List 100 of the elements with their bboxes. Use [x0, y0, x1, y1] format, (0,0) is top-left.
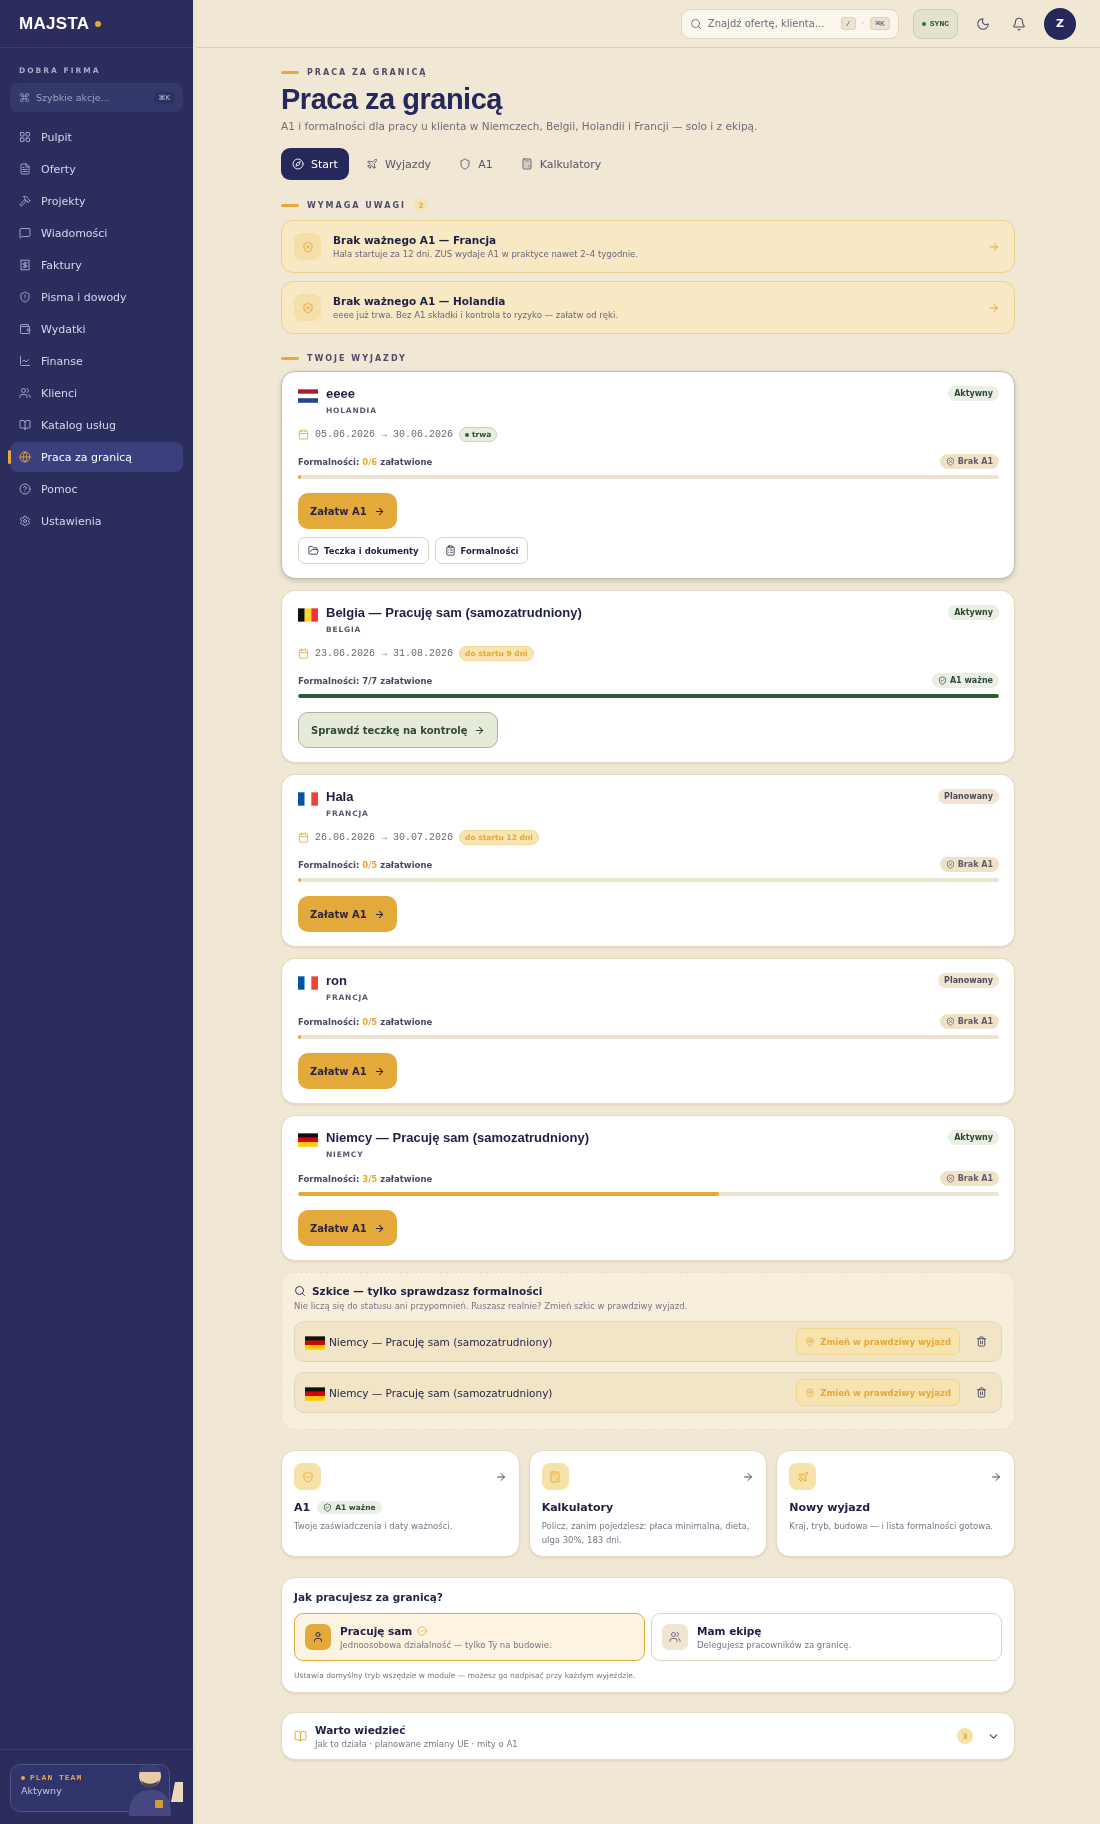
arrow-icon [742, 1470, 755, 1483]
separator-dot: · [861, 19, 865, 28]
sidebar-item[interactable]: Praca za granicą [10, 442, 183, 472]
arrow-icon [373, 1065, 385, 1077]
sidebar-item[interactable]: Projekty [10, 186, 183, 216]
status-badge: Aktywny [948, 1130, 999, 1145]
grid-icon [19, 131, 31, 143]
help-icon [19, 483, 31, 495]
search-icon [689, 17, 702, 30]
alert-text: eeee już trwa. Bez A1 składki i kontrola to ryzyko — załatw od ręki. [333, 310, 620, 320]
arrow-icon [494, 1470, 507, 1483]
page-subtitle: A1 i formalności dla pracy u klienta w Niemczech, Belgii, Holandii i Francji — solo i z ekipą. [281, 120, 759, 132]
sidebar-item[interactable]: Pomoc [10, 474, 183, 504]
sidebar-item[interactable]: Wydatki [10, 314, 183, 344]
arrow-icon [373, 505, 385, 517]
tab[interactable]: A1 [448, 148, 504, 180]
a1-badge: A1 ważne [931, 673, 999, 688]
tab[interactable]: Start [281, 148, 349, 180]
mode-option[interactable]: Pracuję sam Jednoosobowa działalność — tylko Ty na budowie. [294, 1613, 645, 1661]
flag-icon [298, 389, 318, 403]
sidebar-item[interactable]: Faktury [10, 250, 183, 280]
tile-text: Twoje zaświadczenia i daty ważności. [294, 1520, 454, 1533]
progress-label: Formalności: 0/5 załatwione [298, 859, 433, 870]
shortcut-key: ⌘K [870, 17, 890, 30]
trip-dates: 05.06.2026 → 30.06.2026 [315, 429, 454, 440]
chat-icon [19, 227, 31, 239]
draft-title: Niemcy — Pracuję sam (samozatrudniony) [329, 1335, 554, 1348]
search-field[interactable]: Znajdź ofertę, klienta... / · ⌘K [680, 8, 899, 39]
sidebar-item[interactable]: Pulpit [10, 122, 183, 152]
users-icon [19, 387, 31, 399]
book-icon [294, 1729, 307, 1743]
status-badge: Planowany [938, 973, 999, 988]
action-button[interactable]: Załatw A1 [298, 493, 397, 529]
avatar[interactable]: Z [1044, 7, 1076, 40]
chart-icon [19, 355, 31, 367]
tile-text: Kraj, tryb, budowa — i lista formalności gotowa. [789, 1520, 995, 1533]
trip-dates: 26.06.2026 → 30.07.2026 [315, 832, 454, 843]
page-title: Praca za granicą [281, 83, 504, 116]
globe-icon [19, 451, 31, 463]
progress-label: Formalności: 7/7 załatwione [298, 675, 433, 686]
trip-dates: 23.06.2026 → 31.08.2026 [315, 648, 454, 659]
eyebrow-text: PRACA ZA GRANICĄ [307, 68, 428, 77]
arrow-icon [990, 1470, 1002, 1483]
brand-logo[interactable]: MAJSTA [19, 13, 90, 34]
alert-text: Hala startuje za 12 dni. ZUS wydaje A1 w praktyce nawet 2–4 tygodnie. [333, 249, 639, 259]
alert-card[interactable]: Brak ważnego A1 — Francja Hala startuje za 12 dni. ZUS wydaje A1 w praktyce nawet 2–4 tygodnie. [281, 220, 1015, 273]
tab[interactable]: Wyjazdy [354, 148, 443, 180]
flag-icon [298, 1133, 318, 1147]
a1-badge: Brak A1 [939, 857, 999, 872]
section-label: TWOJE WYJAZDY [307, 354, 407, 363]
trip-title: Hala [326, 789, 355, 804]
tab[interactable]: Kalkulatory [509, 148, 613, 180]
tile-title: A1 [294, 1501, 311, 1514]
a1-badge: Brak A1 [939, 1171, 999, 1186]
plan-status: Aktywny [21, 1785, 63, 1796]
action-button[interactable]: Załatw A1 [298, 1210, 397, 1246]
alert-card[interactable]: Brak ważnego A1 — Holandia eeee już trwa. Bez A1 składki i kontrola to ryzyko — załatw od ręki. [281, 281, 1015, 334]
sidebar-item[interactable]: Ustawienia [10, 506, 183, 536]
sidebar-item[interactable]: Pisma i dowody [10, 282, 183, 312]
alert-title: Brak ważnego A1 — Holandia [333, 295, 507, 307]
drafts-title: Szkice — tylko sprawdzasz formalności [312, 1285, 543, 1297]
progress-label: Formalności: 3/5 załatwione [298, 1173, 433, 1184]
users-icon [662, 1624, 688, 1650]
action-button[interactable]: Załatw A1 [298, 1053, 397, 1089]
sidebar-item[interactable]: Finanse [10, 346, 183, 376]
user-icon [305, 1624, 331, 1650]
shield-x-icon [294, 294, 321, 321]
action-button[interactable]: Załatw A1 [298, 896, 397, 932]
sidebar-item[interactable]: Klienci [10, 378, 183, 408]
progress-label: Formalności: 0/5 załatwione [298, 1016, 433, 1027]
flag-icon [298, 976, 318, 990]
drafts-text: Nie liczą się do statusu ani przypomnień. Ruszasz realnie? Zmień szkic w prawdziwy wyjazd. [294, 1301, 689, 1311]
command-icon [19, 92, 30, 103]
sidebar-item[interactable]: Wiadomości [10, 218, 183, 248]
plane-icon [365, 158, 378, 170]
check-circle-icon [417, 1625, 428, 1636]
mode-question: Jak pracujesz za granicą? [294, 1591, 444, 1603]
mode-option[interactable]: Mam ekipę Delegujesz pracowników za granicę. [651, 1613, 1002, 1661]
shortcut-tile[interactable]: Nowy wyjazd Kraj, tryb, budowa — i lista formalności gotowa. [776, 1450, 1015, 1557]
sidebar-item[interactable]: Katalog usług [10, 410, 183, 440]
calculator-icon [541, 1463, 569, 1490]
settings-icon [19, 515, 31, 527]
arrow-icon [373, 1222, 385, 1234]
flag-icon [298, 608, 318, 622]
alert-title: Brak ważnego A1 — Francja [333, 234, 498, 246]
action-button[interactable]: Sprawdź teczkę na kontrolę [298, 712, 499, 748]
shortcut-tile[interactable]: Kalkulatory Policz, zanim pojedziesz: płaca minimalna, dieta, ulga 30%, 183 dni. [528, 1450, 768, 1557]
calendar-icon [298, 429, 309, 440]
link-button[interactable]: Formalności [434, 537, 529, 564]
link-button[interactable]: Teczka i dokumenty [298, 537, 429, 564]
flag-icon [298, 792, 318, 806]
trip-title: eeee [326, 386, 356, 401]
sync-button[interactable]: SYNC [912, 8, 958, 39]
calendar-icon [298, 648, 309, 659]
receipt-icon [19, 259, 31, 271]
tile-text: Policz, zanim pojedziesz: płaca minimalna, dieta, ulga 30%, 183 dni. [541, 1520, 751, 1548]
book-icon [19, 419, 31, 431]
sidebar-item[interactable]: Oferty [10, 154, 183, 184]
status-badge: Aktywny [948, 386, 999, 401]
arrow-icon [373, 908, 385, 920]
